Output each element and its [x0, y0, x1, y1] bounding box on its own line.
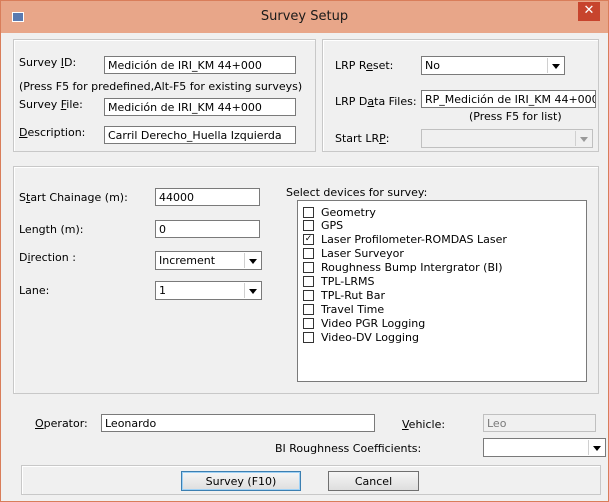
chevron-down-icon[interactable]	[244, 253, 260, 268]
checkbox[interactable]	[303, 318, 314, 329]
survey-id-hint: (Press F5 for predefined,Alt-F5 for exis…	[19, 80, 303, 93]
direction-label: Direction :	[19, 251, 76, 264]
device-name: Roughness Bump Intergrator (BI)	[321, 261, 503, 274]
devices-list[interactable]: Geometry GPS ✓ Laser Profilometer-ROMDAS …	[297, 200, 587, 382]
window-title: Survey Setup	[260, 9, 349, 24]
survey-setup-window: Survey Setup ✕ Survey ID: Medición de IR…	[0, 0, 609, 502]
device-name: Travel Time	[321, 303, 385, 316]
checkbox[interactable]: ✓	[303, 234, 314, 245]
title-bar[interactable]: Survey Setup ✕	[1, 1, 608, 33]
survey-id-label: Survey ID:	[19, 56, 77, 69]
checkbox[interactable]	[303, 304, 314, 315]
devices-label: Select devices for survey:	[286, 186, 428, 199]
vehicle-label: Vehicle:	[402, 418, 446, 431]
start-lrp-label: Start LRP:	[335, 132, 390, 145]
lrp-group: LRP Reset: No LRP Data Files: RP_Medició…	[322, 39, 599, 152]
lane-select[interactable]: 1	[155, 281, 262, 300]
length-label: Length (m):	[19, 223, 84, 236]
bi-roughness-select[interactable]	[483, 438, 606, 457]
device-name: Geometry	[321, 206, 376, 219]
checkbox[interactable]	[303, 207, 314, 218]
checkbox[interactable]	[303, 276, 314, 287]
length-input[interactable]: 0	[155, 220, 260, 238]
lrp-data-files-hint: (Press F5 for list)	[469, 110, 562, 123]
lrp-reset-value: No	[425, 59, 440, 72]
direction-select[interactable]: Increment	[155, 251, 262, 270]
checkbox[interactable]	[303, 290, 314, 301]
operator-input[interactable]: Leonardo	[101, 414, 375, 432]
survey-group: Survey ID: Medición de IRI_KM 44+000 (Pr…	[13, 39, 316, 152]
chevron-down-icon[interactable]	[547, 58, 563, 73]
description-input[interactable]: Carril Derecho_Huella Izquierda	[104, 126, 296, 144]
checkbox[interactable]	[303, 248, 314, 259]
survey-file-input[interactable]: Medición de IRI_KM 44+000	[104, 98, 296, 116]
device-name: Laser Profilometer-ROMDAS Laser	[321, 233, 507, 246]
device-name: GPS	[321, 219, 344, 232]
lrp-reset-label: LRP Reset:	[335, 59, 394, 72]
device-name: Laser Surveyor	[321, 247, 404, 260]
lane-value: 1	[159, 284, 166, 297]
survey-id-input[interactable]: Medición de IRI_KM 44+000	[104, 56, 296, 74]
checkbox[interactable]	[303, 332, 314, 343]
lrp-data-files-input[interactable]: RP_Medición de IRI_KM 44+000	[421, 90, 596, 108]
start-chainage-label: Start Chainage (m):	[19, 191, 128, 204]
vehicle-input[interactable]: Leo	[483, 414, 596, 432]
checkbox[interactable]	[303, 262, 314, 273]
bi-roughness-label: BI Roughness Coefficients:	[275, 442, 422, 455]
direction-value: Increment	[159, 254, 216, 267]
lrp-data-files-label: LRP Data Files:	[335, 95, 417, 108]
survey-parameters-group: Start Chainage (m): 44000 Length (m): 0 …	[13, 166, 599, 394]
device-name: TPL-LRMS	[321, 275, 375, 288]
operator-label: Operator:	[35, 417, 88, 430]
chevron-down-icon[interactable]	[588, 440, 604, 455]
close-icon[interactable]: ✕	[578, 2, 600, 21]
device-name: Video PGR Logging	[321, 317, 426, 330]
survey-file-label: Survey File:	[19, 98, 83, 111]
checkbox[interactable]	[303, 220, 314, 231]
lane-label: Lane:	[19, 284, 50, 297]
button-bar: Survey (F10) Cancel	[21, 465, 601, 495]
chevron-down-icon[interactable]	[244, 283, 260, 298]
device-name: Video-DV Logging	[321, 331, 419, 344]
chevron-down-icon[interactable]	[575, 131, 591, 146]
lrp-reset-select[interactable]: No	[421, 56, 565, 75]
start-lrp-select[interactable]	[421, 129, 593, 148]
dialog-body: Survey ID: Medición de IRI_KM 44+000 (Pr…	[9, 33, 606, 495]
device-name: TPL-Rut Bar	[321, 289, 385, 302]
description-label: Description:	[19, 126, 86, 139]
survey-button[interactable]: Survey (F10)	[181, 471, 301, 491]
cancel-button[interactable]: Cancel	[328, 471, 419, 491]
start-chainage-input[interactable]: 44000	[155, 188, 260, 206]
